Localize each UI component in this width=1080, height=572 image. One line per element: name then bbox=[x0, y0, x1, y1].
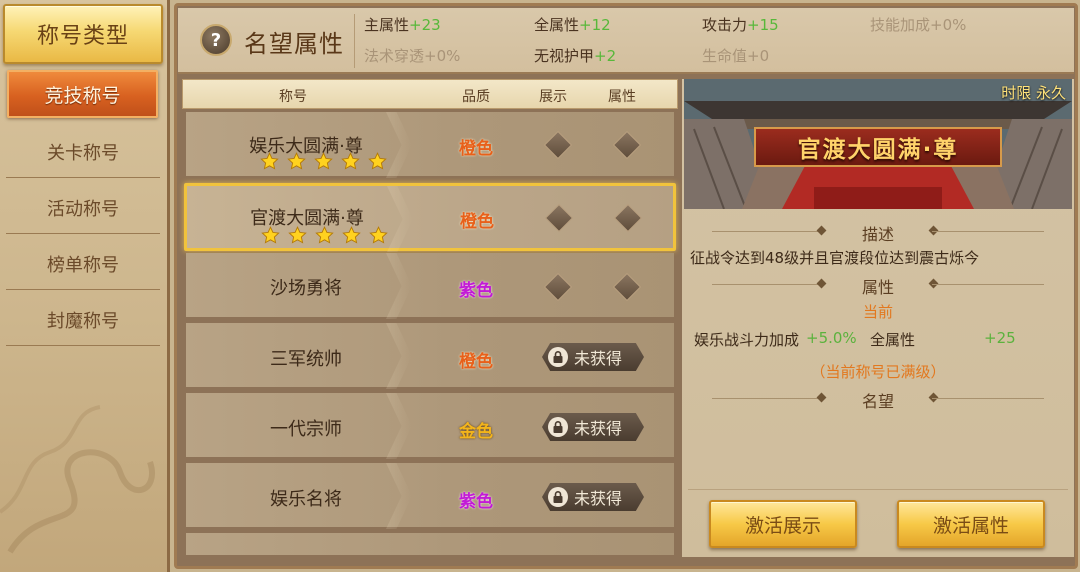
star-rating bbox=[261, 226, 391, 246]
attr-title: 属性 bbox=[861, 278, 894, 297]
star-icon bbox=[260, 152, 279, 170]
display-toggle-icon[interactable] bbox=[543, 130, 573, 160]
table-row[interactable]: 沙场勇将 紫色 bbox=[186, 253, 674, 319]
locked-badge: 未获得 bbox=[542, 343, 644, 371]
desc-title: 描述 bbox=[861, 225, 894, 244]
lock-icon bbox=[548, 347, 568, 367]
locked-badge: 未获得 bbox=[542, 483, 644, 511]
quality-label: 紫色 bbox=[459, 281, 493, 301]
title-name: 沙场勇将 bbox=[270, 278, 342, 299]
stat-main: 主属性+23 bbox=[364, 16, 441, 34]
sidebar-item-event[interactable]: 活动称号 bbox=[6, 182, 160, 234]
sidebar-item-stage[interactable]: 关卡称号 bbox=[6, 126, 160, 178]
divider bbox=[932, 398, 1044, 399]
quality-label: 橙色 bbox=[459, 352, 493, 372]
stat-attack: 攻击力+15 bbox=[702, 16, 779, 34]
title-name: 一代宗师 bbox=[270, 419, 342, 440]
activate-attribute-button[interactable]: 激活属性 bbox=[897, 500, 1045, 548]
divider bbox=[354, 14, 355, 68]
col-display: 展示 bbox=[539, 89, 567, 105]
divider bbox=[688, 489, 1068, 490]
table-header: 称号 品质 展示 属性 bbox=[182, 79, 678, 109]
display-toggle-icon[interactable] bbox=[544, 203, 574, 233]
title-name: 三军统帅 bbox=[270, 349, 342, 370]
fame-section-title: 名望 bbox=[861, 392, 894, 411]
lock-icon bbox=[548, 417, 568, 437]
star-icon bbox=[342, 226, 361, 244]
desc-text: 征战令达到48级并且官渡段位达到震古烁今 bbox=[690, 249, 980, 267]
stat-ignore-armor: 无视护甲+2 bbox=[534, 47, 617, 65]
help-icon[interactable]: ? bbox=[200, 24, 232, 56]
sidebar-item-ranking[interactable]: 榜单称号 bbox=[6, 238, 160, 290]
col-title: 称号 bbox=[279, 89, 307, 105]
divider bbox=[932, 231, 1044, 232]
table-row-selected[interactable]: 官渡大圆满·尊 橙色 bbox=[184, 183, 676, 252]
title-preview-banner: 官渡大圆满·尊 时限 永久 bbox=[684, 79, 1072, 209]
locked-badge: 未获得 bbox=[542, 413, 644, 441]
table-row[interactable]: 娱乐大圆满·尊 橙色 bbox=[186, 112, 674, 178]
fame-attributes-header: ? 名望属性 主属性+23 全属性+12 攻击力+15 技能加成+0% 法术穿透… bbox=[178, 8, 1074, 74]
star-icon bbox=[261, 226, 280, 244]
star-icon bbox=[288, 226, 307, 244]
maxed-note: （当前称号已满级） bbox=[810, 363, 946, 381]
lock-icon bbox=[548, 487, 568, 507]
sidebar-item-arena[interactable]: 竞技称号 bbox=[7, 70, 158, 118]
attribute-toggle-icon[interactable] bbox=[612, 272, 642, 302]
star-icon bbox=[368, 152, 387, 170]
display-toggle-icon[interactable] bbox=[543, 272, 573, 302]
title-detail-panel: 官渡大圆满·尊 时限 永久 描述 征战令达到48级并且官渡段位达到震古烁今 属性… bbox=[682, 79, 1074, 557]
table-row[interactable]: 三军统帅 橙色 未获得 bbox=[186, 323, 674, 389]
stat-spell-pen: 法术穿透+0% bbox=[364, 47, 461, 65]
divider bbox=[932, 284, 1044, 285]
activate-display-button[interactable]: 激活展示 bbox=[709, 500, 857, 548]
stat-all: 全属性+12 bbox=[534, 16, 611, 34]
stat-hp: 生命值+0 bbox=[702, 47, 770, 65]
star-icon bbox=[369, 226, 388, 244]
col-attribute: 属性 bbox=[608, 89, 636, 105]
star-icon bbox=[314, 152, 333, 170]
title-type-header: 称号类型 bbox=[3, 4, 163, 64]
quality-label: 金色 bbox=[459, 422, 493, 442]
fame-title: 名望属性 bbox=[244, 30, 344, 58]
table-row-partial bbox=[186, 533, 674, 557]
quality-label: 橙色 bbox=[460, 212, 494, 232]
stat-skill: 技能加成+0% bbox=[870, 16, 967, 34]
cloud-ornament-icon bbox=[0, 405, 155, 554]
title-table: 称号 品质 展示 属性 娱乐大圆满·尊 橙色 官渡大圆满·尊 橙色 沙场勇将 紫… bbox=[182, 79, 678, 557]
locked-label: 未获得 bbox=[574, 349, 623, 368]
star-icon bbox=[287, 152, 306, 170]
sidebar-item-demon[interactable]: 封魔称号 bbox=[6, 294, 160, 346]
attr1-value: +5.0% bbox=[806, 329, 857, 347]
star-icon bbox=[315, 226, 334, 244]
col-quality: 品质 bbox=[462, 89, 490, 105]
sidebar: 称号类型 竞技称号 关卡称号 活动称号 榜单称号 封魔称号 bbox=[0, 0, 170, 572]
locked-label: 未获得 bbox=[574, 489, 623, 508]
title-name: 娱乐名将 bbox=[270, 489, 342, 510]
current-label: 当前 bbox=[862, 303, 893, 321]
attribute-toggle-icon[interactable] bbox=[613, 203, 643, 233]
quality-label: 橙色 bbox=[459, 139, 493, 159]
table-row[interactable]: 娱乐名将 紫色 未获得 bbox=[186, 463, 674, 529]
attr2-value: +25 bbox=[984, 329, 1016, 347]
star-rating bbox=[260, 152, 390, 172]
attr2-name: 全属性 bbox=[870, 331, 916, 349]
attribute-toggle-icon[interactable] bbox=[612, 130, 642, 160]
quality-label: 紫色 bbox=[459, 492, 493, 512]
star-icon bbox=[341, 152, 360, 170]
attr1-name: 娱乐战斗力加成 bbox=[694, 331, 800, 349]
locked-label: 未获得 bbox=[574, 419, 623, 438]
banner-title: 官渡大圆满·尊 bbox=[754, 127, 1002, 167]
duration-label: 时限 永久 bbox=[1001, 84, 1066, 102]
table-row[interactable]: 一代宗师 金色 未获得 bbox=[186, 393, 674, 459]
